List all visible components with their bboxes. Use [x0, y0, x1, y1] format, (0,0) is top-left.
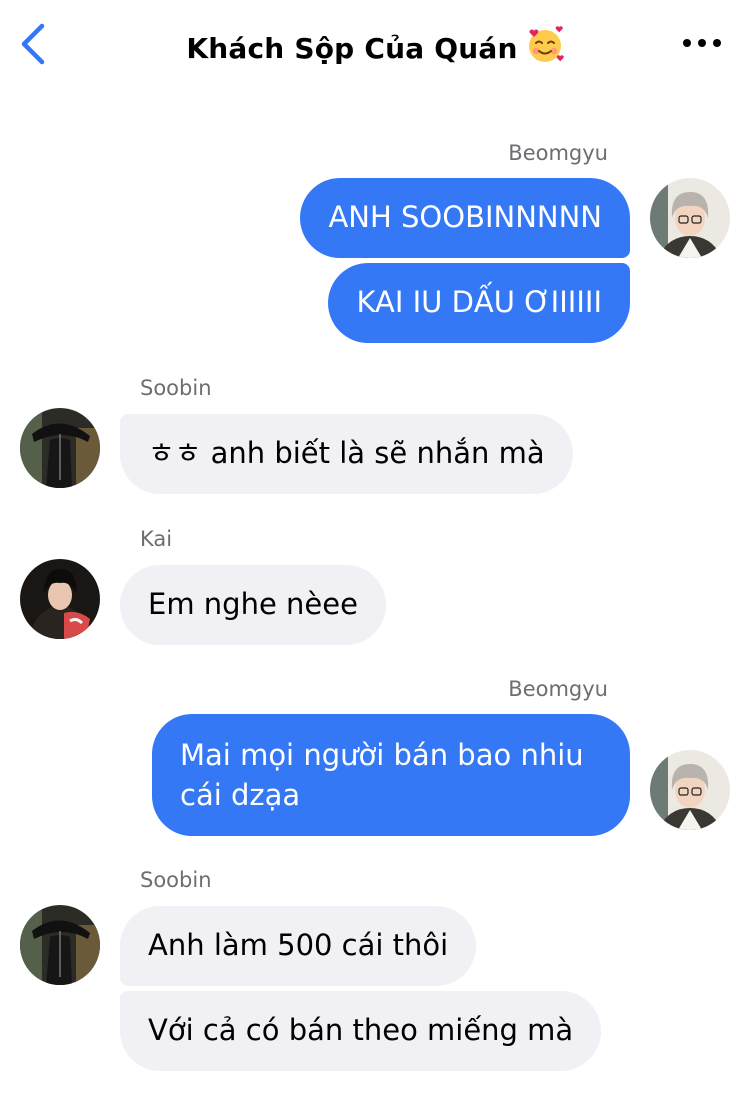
message-bubble[interactable]: Anh làm 500 cái thôi	[120, 906, 477, 986]
smiling-face-with-hearts-icon	[528, 26, 564, 62]
sender-name: Kai	[140, 527, 173, 551]
message-bubble[interactable]: Với cả có bán theo miếng mà	[120, 991, 602, 1071]
beomgyu-avatar[interactable]	[650, 750, 730, 830]
chat-title: Khách Sộp Của Quán	[186, 32, 518, 65]
sender-name: Soobin	[140, 376, 212, 400]
soobin-avatar[interactable]	[20, 408, 100, 488]
message-bubble[interactable]: Em nghe nèee	[120, 565, 386, 645]
beomgyu-avatar-image	[650, 750, 730, 830]
beomgyu-avatar[interactable]	[650, 178, 730, 258]
sender-name: Soobin	[140, 868, 212, 892]
chat-header: Khách Sộp Của Quán	[0, 0, 750, 90]
message-bubble[interactable]: ㅎㅎ anh biết là sẽ nhắn mà	[120, 414, 573, 494]
message-bubble[interactable]: Mai mọi người bán bao nhiu cái dzạa	[152, 714, 630, 836]
soobin-avatar[interactable]	[20, 905, 100, 985]
more-horizontal-icon	[683, 39, 721, 47]
sender-name: Beomgyu	[508, 677, 608, 701]
message-bubble[interactable]: ANH SOOBINNNNN	[300, 178, 630, 258]
more-options-button[interactable]	[682, 36, 722, 50]
kai-avatar-image	[20, 559, 100, 639]
soobin-avatar-image	[20, 408, 100, 488]
kai-avatar[interactable]	[20, 559, 100, 639]
soobin-avatar-image	[20, 905, 100, 985]
beomgyu-avatar-image	[650, 178, 730, 258]
sender-name: Beomgyu	[508, 141, 608, 165]
message-bubble[interactable]: KAI IU DẤU ƠIIIIII	[328, 263, 630, 343]
chat-title-wrap[interactable]: Khách Sộp Của Quán	[0, 26, 750, 65]
